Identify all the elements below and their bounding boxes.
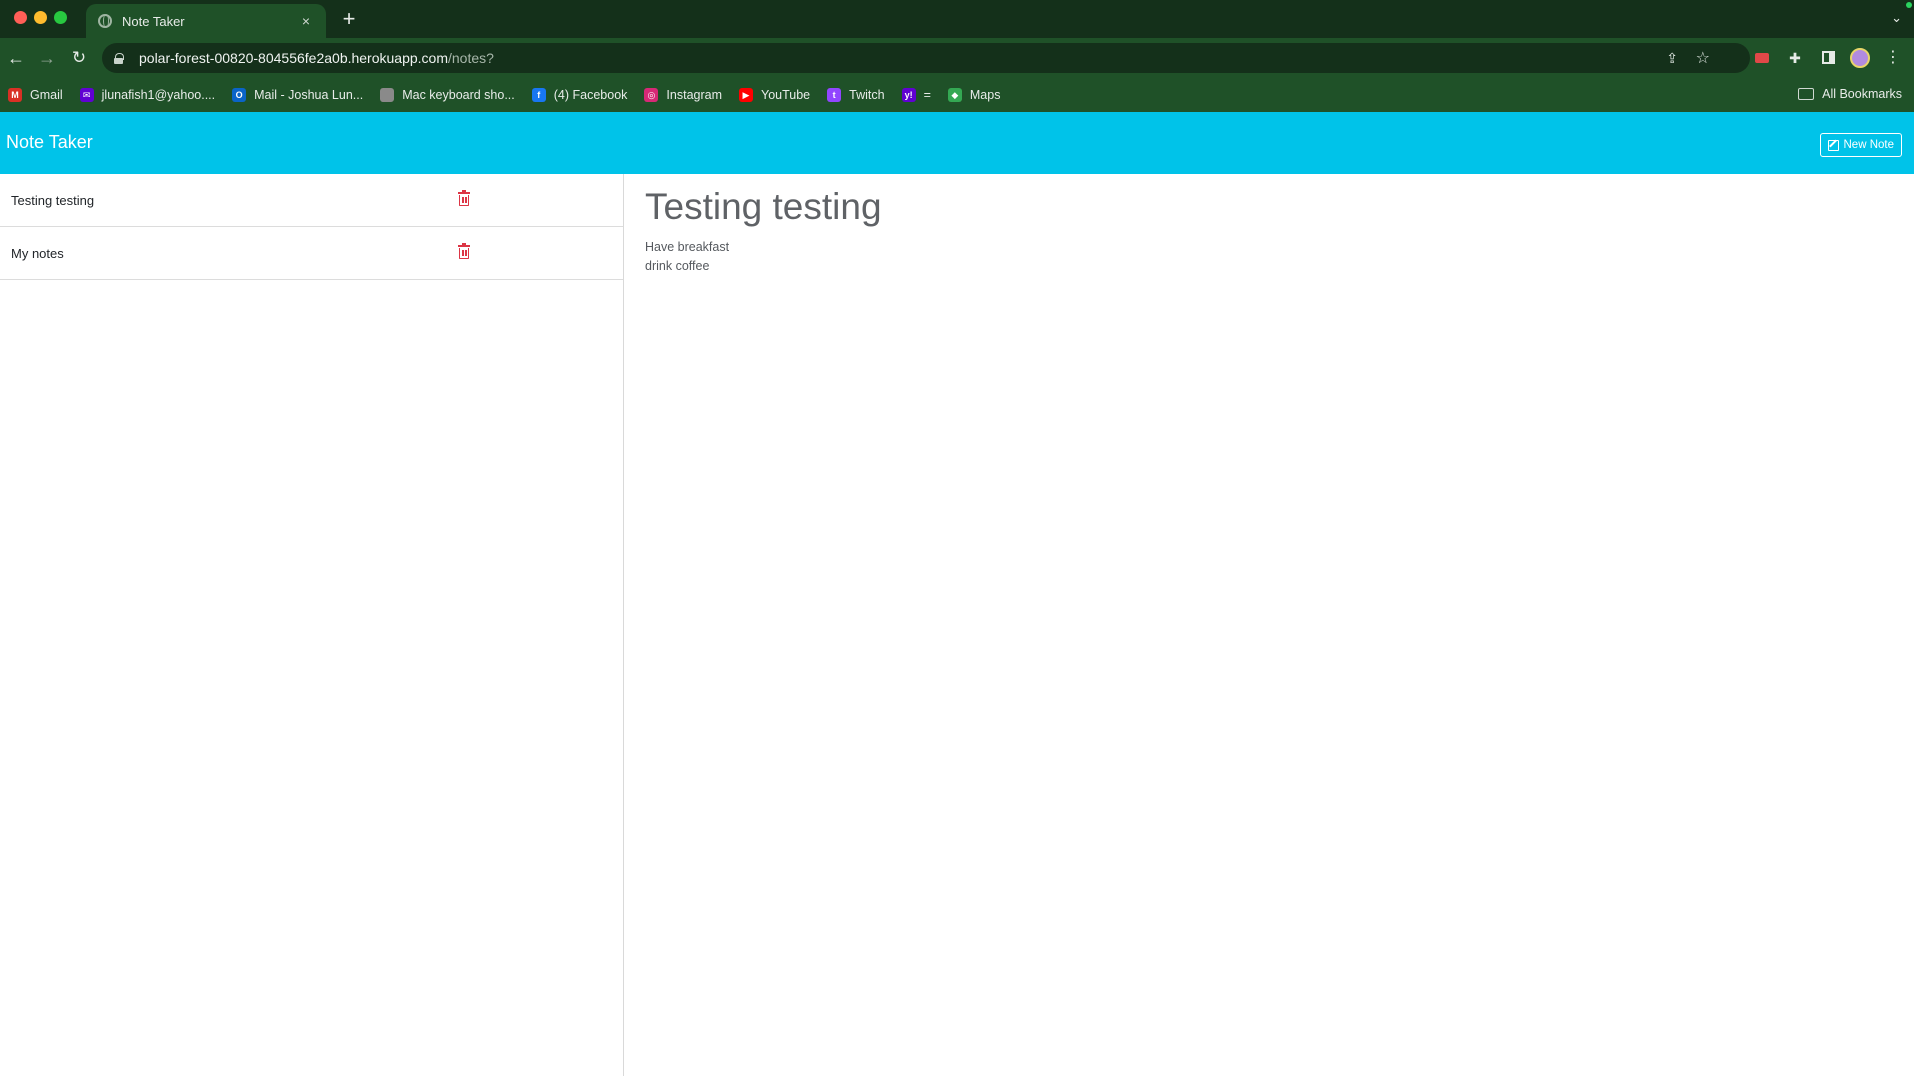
bookmark-label: Instagram (666, 88, 723, 102)
youtube-icon: ▶ (739, 88, 754, 102)
bookmark-item[interactable]: y! = (901, 88, 931, 102)
close-tab-icon[interactable]: × (298, 13, 314, 29)
all-bookmarks-button[interactable]: All Bookmarks (1798, 87, 1902, 101)
screen-recorder-extension-icon[interactable] (1752, 48, 1772, 68)
tab-title: Note Taker (122, 13, 185, 29)
bookmark-label: Twitch (849, 88, 885, 102)
bookmark-label: Gmail (30, 88, 63, 102)
yahoo-mail-icon: ✉ (79, 88, 94, 102)
trash-icon[interactable] (458, 190, 470, 207)
note-text-area[interactable]: Have breakfast drink coffee (645, 238, 729, 276)
facebook-icon: f (531, 88, 546, 102)
bookmark-item[interactable]: M Gmail (8, 88, 63, 102)
side-panel-icon[interactable] (1818, 48, 1838, 68)
minimize-window-button[interactable] (34, 11, 47, 24)
status-dot-icon (1906, 2, 1912, 8)
bookmark-label: Maps (969, 88, 1001, 102)
new-note-button[interactable]: New Note (1819, 133, 1902, 157)
bookmark-item[interactable]: ▶ YouTube (739, 88, 810, 102)
bookmark-label: Mac keyboard sho... (402, 88, 515, 102)
note-editor: Testing testing Have breakfast drink cof… (625, 174, 1914, 1076)
bookmarks-bar: M Gmail ✉ jlunafish1@yahoo.... O Mail - Joshu… (0, 78, 1914, 112)
close-window-button[interactable] (14, 11, 27, 24)
note-list: Testing testing My notes (0, 174, 624, 1076)
bookmark-item[interactable]: t Twitch (827, 88, 885, 102)
gmail-icon: M (8, 88, 22, 102)
bookmark-star-icon[interactable]: ☆ (1696, 48, 1710, 68)
note-list-title: Testing testing (11, 193, 95, 208)
maximize-window-button[interactable] (54, 11, 67, 24)
twitch-icon: t (827, 88, 842, 102)
bookmark-item[interactable]: O Mail - Joshua Lun... (232, 88, 363, 102)
url-host: polar-forest-00820-804556fe2a0b.herokuap… (139, 50, 448, 66)
note-list-title: My notes (11, 246, 64, 261)
new-tab-button[interactable]: + (338, 8, 360, 30)
trash-icon[interactable] (458, 243, 470, 260)
pencil-square-icon (1827, 139, 1839, 151)
browser-menu-icon[interactable]: ⋮ (1883, 48, 1903, 68)
bookmark-label: (4) Facebook (553, 88, 628, 102)
bookmark-item[interactable]: Mac keyboard sho... (380, 88, 515, 102)
bookmark-label: Mail - Joshua Lun... (254, 88, 364, 102)
reload-icon[interactable]: ↻ (68, 47, 90, 69)
outlook-icon: O (232, 88, 247, 102)
folder-icon (1798, 88, 1815, 100)
web-page: Note Taker New Note Testing testing My no… (0, 112, 1914, 1076)
apple-icon (380, 88, 395, 102)
browser-toolbar: ← → ↻ polar-forest-00820-804556fe2a0b.he… (0, 38, 1914, 78)
bookmark-item[interactable]: f (4) Facebook (531, 88, 628, 102)
lock-icon (114, 52, 124, 64)
note-list-item[interactable]: My notes (0, 227, 623, 280)
all-bookmarks-label: All Bookmarks (1822, 87, 1902, 101)
bookmark-item[interactable]: ◆ Maps (947, 88, 1001, 102)
maps-icon: ◆ (947, 88, 962, 102)
share-icon[interactable]: ⇪ (1666, 50, 1678, 67)
yahoo-icon: y! (901, 88, 916, 102)
globe-icon (98, 14, 112, 28)
bookmark-item[interactable]: ◎ Instagram (644, 88, 722, 102)
bookmark-item[interactable]: ✉ jlunafish1@yahoo.... (79, 88, 216, 102)
tab-search-chevron-icon[interactable]: ⌄ (1891, 10, 1902, 26)
extensions-puzzle-icon[interactable]: ✚ (1785, 48, 1805, 68)
back-arrow-icon[interactable]: ← (5, 47, 27, 69)
bookmark-label: YouTube (761, 88, 811, 102)
app-navbar: Note Taker New Note (0, 112, 1914, 174)
browser-window: Note Taker × + ⌄ ← → ↻ polar-forest-0082… (0, 0, 1914, 1076)
address-bar[interactable]: polar-forest-00820-804556fe2a0b.herokuap… (102, 43, 1750, 73)
new-note-label: New Note (1843, 139, 1895, 151)
profile-avatar[interactable] (1850, 48, 1870, 68)
bookmark-label: = (923, 88, 931, 102)
tab-strip: Note Taker × + ⌄ (0, 0, 1914, 38)
note-list-item[interactable]: Testing testing (0, 174, 623, 227)
bookmark-label: jlunafish1@yahoo.... (101, 88, 216, 102)
tab-note-taker[interactable]: Note Taker × (86, 4, 326, 38)
note-title-input[interactable]: Testing testing (645, 186, 882, 228)
instagram-icon: ◎ (644, 88, 659, 102)
url-path: /notes? (448, 50, 494, 66)
app-brand[interactable]: Note Taker (6, 132, 93, 153)
forward-arrow-icon[interactable]: → (36, 47, 58, 69)
